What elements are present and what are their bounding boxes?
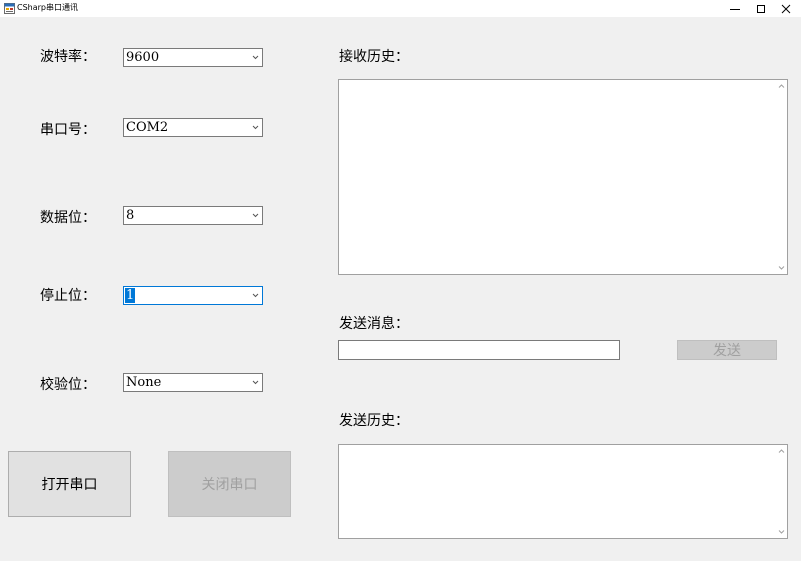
baud-rate-select[interactable]: 9600 <box>123 48 263 67</box>
scroll-down-icon[interactable] <box>778 265 785 271</box>
send-history-scrollbar[interactable] <box>776 445 787 538</box>
chevron-down-icon <box>252 380 259 385</box>
chevron-down-icon <box>252 55 259 60</box>
scroll-up-icon[interactable] <box>778 448 785 454</box>
minimize-icon <box>730 8 740 10</box>
title-bar: CSharp串口通讯 <box>0 0 801 17</box>
send-history-textarea[interactable] <box>338 444 788 539</box>
stop-bits-value: 1 <box>125 288 136 303</box>
port-value: COM2 <box>126 120 169 135</box>
stop-bits-label: 停止位： <box>40 288 96 304</box>
chevron-down-icon <box>252 213 259 218</box>
parity-value: None <box>126 375 162 390</box>
open-port-button[interactable]: 打开串口 <box>8 451 131 517</box>
port-select[interactable]: COM2 <box>123 118 263 137</box>
receive-history-label: 接收历史： <box>339 49 409 65</box>
close-port-button[interactable]: 关闭串口 <box>168 451 291 517</box>
data-bits-select[interactable]: 8 <box>123 206 263 225</box>
scroll-up-icon[interactable] <box>778 83 785 89</box>
window-title: CSharp串口通讯 <box>17 3 79 12</box>
parity-select[interactable]: None <box>123 373 263 392</box>
data-bits-value: 8 <box>126 208 135 223</box>
baud-rate-label: 波特率： <box>40 49 96 65</box>
receive-history-textarea[interactable] <box>338 79 788 275</box>
parity-label: 校验位： <box>40 377 96 393</box>
form-icon <box>4 3 15 14</box>
chevron-down-icon <box>252 125 259 130</box>
send-message-label: 发送消息： <box>339 316 409 332</box>
stop-bits-select[interactable]: 1 <box>123 286 263 305</box>
scroll-down-icon[interactable] <box>778 529 785 535</box>
send-history-label: 发送历史： <box>339 413 409 429</box>
data-bits-label: 数据位： <box>40 210 96 226</box>
send-button[interactable]: 发送 <box>677 340 777 360</box>
maximize-icon <box>757 4 765 13</box>
receive-scrollbar[interactable] <box>776 80 787 274</box>
chevron-down-icon <box>252 293 259 298</box>
close-icon <box>781 4 791 13</box>
port-label: 串口号： <box>40 122 96 138</box>
send-message-input[interactable] <box>338 340 620 360</box>
close-window-button[interactable] <box>771 0 801 17</box>
form-client-area: 波特率： 9600 串口号： COM2 数据位： 8 停止位： 1 校验位： N… <box>0 17 801 561</box>
baud-rate-value: 9600 <box>126 50 160 65</box>
